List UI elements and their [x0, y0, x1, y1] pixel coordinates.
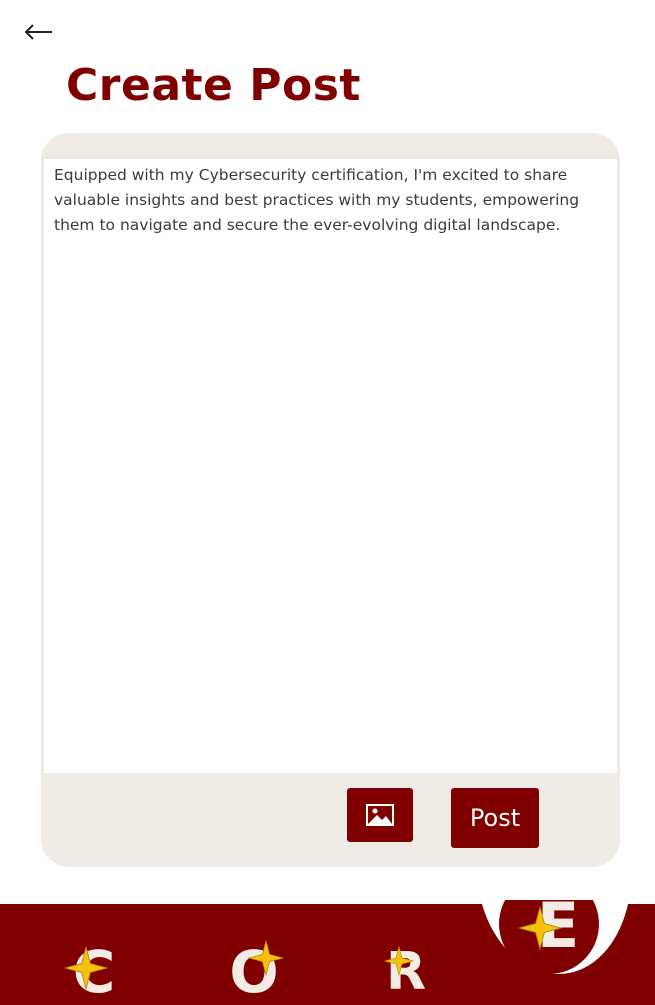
- post-composer-card: Equipped with my Cybersecurity certifica…: [41, 133, 620, 867]
- sparkle-icon: [384, 946, 414, 976]
- post-button[interactable]: Post: [451, 788, 539, 848]
- back-button[interactable]: [24, 14, 64, 50]
- page-title: Create Post: [66, 60, 361, 111]
- sparkle-icon: [248, 940, 284, 976]
- sparkle-icon: [64, 946, 108, 990]
- image-icon: [366, 804, 394, 826]
- card-top-shade: [41, 133, 620, 161]
- nav-item-o[interactable]: O: [222, 938, 286, 1005]
- sparkle-icon: [518, 906, 562, 950]
- arrow-left-icon: [24, 24, 52, 40]
- nav-item-r[interactable]: R: [376, 940, 436, 1004]
- nav-item-c[interactable]: C: [62, 938, 126, 1005]
- post-text-input[interactable]: Equipped with my Cybersecurity certifica…: [44, 159, 617, 773]
- bottom-nav: C O R E: [0, 889, 655, 1005]
- add-image-button[interactable]: [347, 788, 413, 842]
- nav-item-e-active[interactable]: E: [500, 880, 600, 970]
